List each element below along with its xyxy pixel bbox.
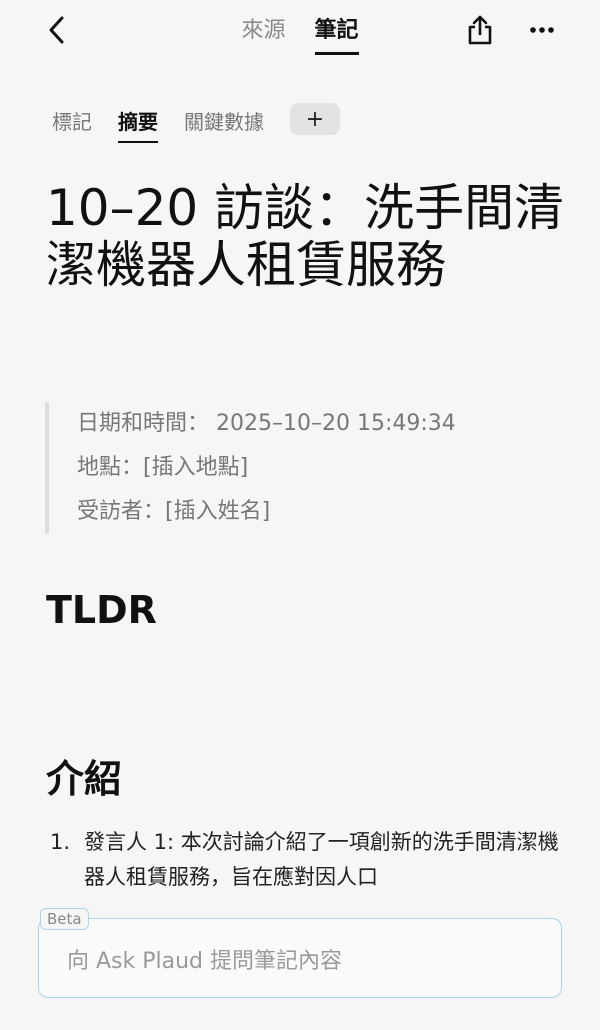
more-button[interactable] [524,12,560,48]
meta-datetime: 日期和時間： 2025–10–20 15:49:34 [77,411,456,436]
share-button[interactable] [462,12,498,48]
top-tabs: 來源 筆記 [0,12,600,55]
ask-placeholder: 向 Ask Plaud 提問筆記內容 [67,949,343,974]
list-item: 1. 發言人 1: 本次討論介紹了一項創新的洗手間清潔機器人租賃服務，旨在應對因… [50,825,570,895]
more-icon [530,27,554,33]
list-item-number: 1. [50,830,71,854]
share-icon [468,15,492,45]
subtab-key-data[interactable]: 關鍵數據 [184,106,264,141]
meta-block: 日期和時間： 2025–10–20 15:49:34 地點：[插入地點] 受訪者… [45,402,545,534]
section-heading-intro: 介紹 [46,757,123,801]
subtab-summary[interactable]: 摘要 [118,106,158,143]
list-item-text: 發言人 1: 本次討論介紹了一項創新的洗手間清潔機器人租賃服務，旨在應對因人口 [84,830,559,889]
meta-location: 地點：[插入地點] [77,455,249,480]
page-title: 10–20 訪談：洗手間清潔機器人租賃服務 [46,179,565,294]
top-bar: 來源 筆記 [0,0,600,64]
meta-interviewee: 受訪者：[插入姓名] [77,499,271,524]
add-tab-button[interactable]: + [290,103,340,135]
tab-source[interactable]: 來源 [241,12,285,52]
beta-badge: Beta [40,908,89,930]
section-heading-tldr: TLDR [46,588,157,632]
subtab-marks[interactable]: 標記 [52,106,92,141]
ask-input[interactable]: 向 Ask Plaud 提問筆記內容 [38,918,562,998]
sub-tabs: 標記 摘要 關鍵數據 + [52,103,340,143]
tab-notes[interactable]: 筆記 [314,12,359,55]
